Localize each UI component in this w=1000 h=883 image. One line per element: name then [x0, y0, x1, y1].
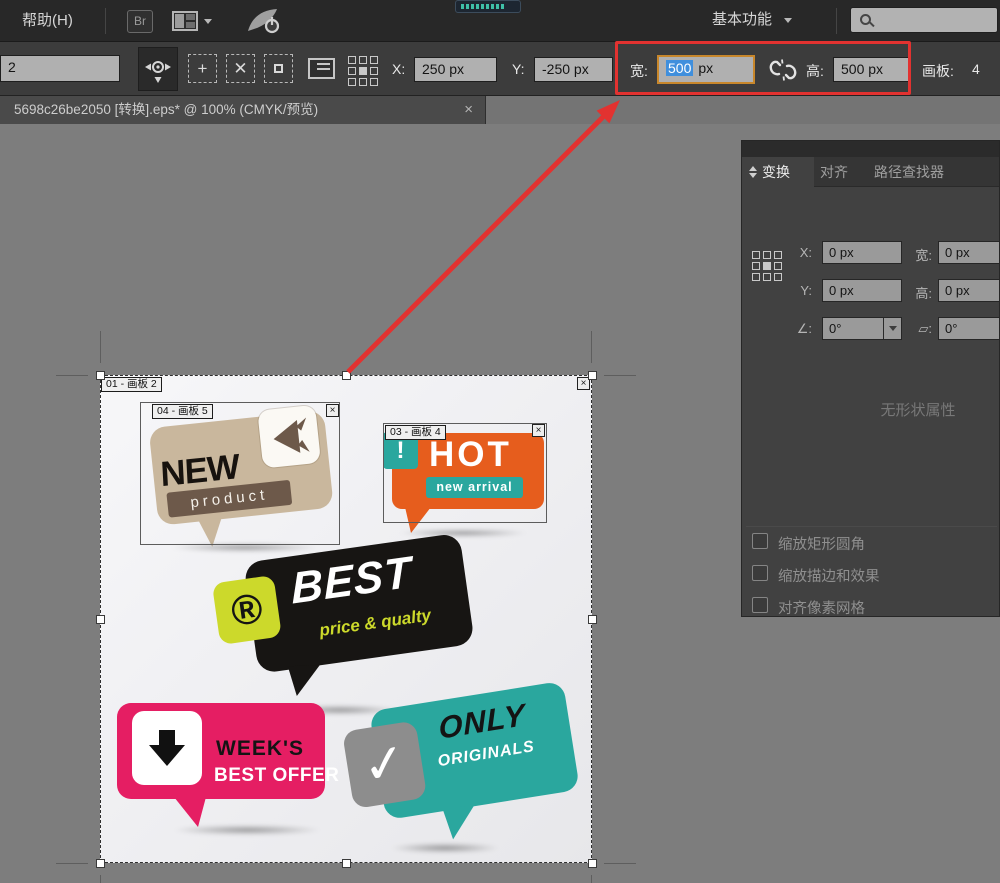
panel-list-icon — [308, 58, 335, 79]
selection-handle[interactable] — [588, 615, 597, 624]
crop-mark — [56, 375, 88, 376]
document-title: 5698c26be2050 [转换].eps* @ 100% (CMYK/预览) — [0, 96, 485, 124]
move-icon — [144, 54, 172, 84]
y-label: Y: — [512, 61, 524, 77]
x-position-field[interactable]: 250 px — [414, 57, 497, 82]
selection-handle[interactable] — [96, 371, 105, 380]
rotate-icon: ∠: — [782, 321, 812, 337]
workspace-switcher[interactable]: 基本功能 — [712, 10, 792, 30]
panel-divider — [746, 526, 997, 527]
menu-divider — [836, 8, 837, 34]
panel-drag-bar[interactable] — [742, 141, 999, 157]
width-label: 宽: — [902, 245, 932, 264]
arrange-documents-icon — [172, 11, 198, 31]
no-shape-message: 无形状属性 — [818, 399, 1000, 420]
selection-handle[interactable] — [342, 859, 351, 868]
crop-mark — [591, 875, 592, 883]
crop-mark — [604, 375, 636, 376]
taskbar-widget — [455, 0, 521, 13]
search-input[interactable] — [850, 7, 998, 33]
selection-handle[interactable] — [342, 371, 351, 380]
checkbox-scale-corners[interactable] — [752, 533, 768, 549]
x-label: X: — [782, 245, 812, 260]
y-label: Y: — [782, 283, 812, 298]
chevron-down-icon — [784, 18, 792, 23]
artboard-count-value: 4 — [972, 61, 980, 77]
checkbox-label: 缩放描边和效果 — [778, 565, 880, 586]
reference-point-button[interactable] — [348, 56, 378, 86]
selection-handle[interactable] — [588, 371, 597, 380]
reference-point-proxy[interactable] — [752, 251, 782, 281]
collapse-panel-icon — [749, 166, 757, 178]
tab-transform[interactable]: 变换 — [742, 157, 814, 187]
move-artwork-toggle[interactable] — [138, 47, 178, 91]
crop-mark — [604, 863, 636, 864]
width-field[interactable]: 0 px — [938, 241, 1000, 264]
arrange-documents-button[interactable] — [172, 11, 212, 31]
cross-arrows-icon: ✕ — [233, 59, 247, 79]
rotate-field[interactable]: 0° — [822, 317, 902, 340]
close-icon[interactable]: × — [464, 96, 473, 124]
bridge-button[interactable]: Br — [127, 10, 153, 33]
artboard-count-label: 画板: — [922, 61, 954, 81]
tab-label: 变换 — [762, 162, 790, 182]
menu-help[interactable]: 帮助(H) — [22, 11, 73, 31]
cs-live-button[interactable] — [246, 7, 282, 40]
crop-mark — [100, 331, 101, 363]
artboard-preset-button[interactable]: ✕ — [226, 54, 255, 83]
rotate-value: 0° — [829, 321, 841, 336]
artboard-center-button[interactable] — [264, 54, 293, 83]
checkbox-label: 对齐像素网格 — [778, 597, 865, 617]
x-label: X: — [392, 61, 405, 77]
checkbox-scale-strokes[interactable] — [752, 565, 768, 581]
crop-mark — [56, 863, 88, 864]
crop-mark — [591, 331, 592, 363]
crop-mark — [100, 875, 101, 883]
checkbox-align-pixel-grid[interactable] — [752, 597, 768, 613]
selection-handle[interactable] — [96, 859, 105, 868]
chevron-down-icon — [204, 19, 212, 24]
shear-field[interactable]: 0° — [938, 317, 1000, 340]
artboard-name-field[interactable]: 2 — [0, 55, 120, 82]
new-artboard-button[interactable]: + — [188, 54, 217, 83]
highlight-rectangle — [615, 41, 911, 95]
tab-align[interactable]: 对齐 — [820, 157, 848, 187]
document-tab-bar: 5698c26be2050 [转换].eps* @ 100% (CMYK/预览)… — [0, 96, 1000, 124]
document-tab[interactable]: 5698c26be2050 [转换].eps* @ 100% (CMYK/预览)… — [0, 96, 486, 124]
rotate-dropdown[interactable] — [883, 318, 901, 339]
menu-divider — [105, 8, 106, 34]
checkbox-label: 缩放矩形圆角 — [778, 533, 865, 554]
search-icon — [860, 14, 871, 25]
rocket-power-icon — [246, 7, 282, 35]
center-mark-icon — [274, 64, 283, 73]
shear-icon: ▱: — [902, 321, 932, 337]
y-position-field[interactable]: -250 px — [534, 57, 613, 82]
chevron-down-icon — [889, 326, 897, 331]
selection-handle[interactable] — [96, 615, 105, 624]
y-field[interactable]: 0 px — [822, 279, 902, 302]
grid-cell — [348, 56, 356, 64]
height-field[interactable]: 0 px — [938, 279, 1000, 302]
menu-bar: 帮助(H) Br 基本功能 — [0, 0, 1000, 42]
artboard-options-button[interactable] — [308, 58, 335, 79]
illustrator-window: 帮助(H) Br 基本功能 2 — [0, 0, 1000, 883]
plus-icon: + — [198, 59, 208, 79]
workspace-label: 基本功能 — [712, 10, 772, 30]
x-field[interactable]: 0 px — [822, 241, 902, 264]
tab-pathfinder[interactable]: 路径查找器 — [874, 157, 944, 187]
selection-handle[interactable] — [588, 859, 597, 868]
selection-outline — [100, 375, 592, 863]
panel-tab-bar: 变换 对齐 路径查找器 — [742, 157, 999, 187]
transform-panel: 变换 对齐 路径查找器 X: 0 px 宽: 0 px Y: 0 px 高: 0… — [741, 140, 1000, 617]
height-label: 高: — [902, 283, 932, 302]
